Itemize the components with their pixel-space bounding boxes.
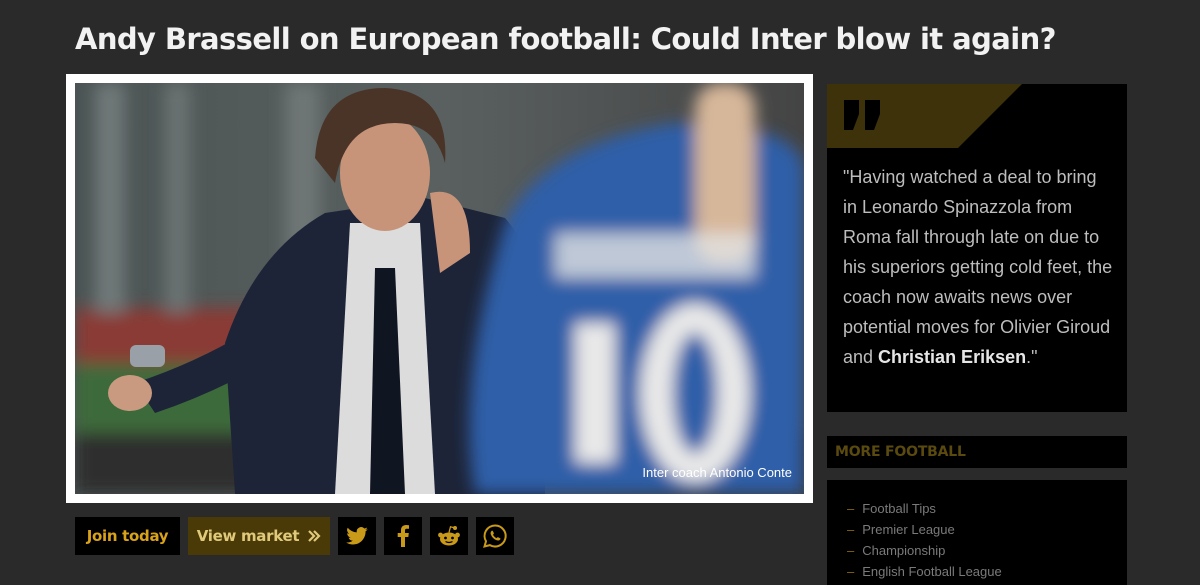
reddit-icon: [438, 526, 460, 546]
article-image: Inter coach Antonio Conte: [75, 83, 804, 494]
twitter-share-button[interactable]: [338, 517, 376, 555]
pull-quote: "Having watched a deal to bring in Leona…: [827, 84, 1127, 412]
whatsapp-icon: [483, 524, 507, 548]
view-market-label: View market: [196, 527, 300, 545]
quote-highlight: Christian Eriksen: [878, 347, 1027, 367]
join-today-button[interactable]: Join today: [75, 517, 180, 555]
more-football-link[interactable]: Football Tips: [847, 498, 1127, 519]
chevron-double-right-icon: [308, 530, 321, 542]
article-image-frame: Inter coach Antonio Conte: [66, 74, 813, 503]
article-photo-illustration: [75, 83, 804, 494]
quote-body: "Having watched a deal to bring in Leona…: [843, 167, 1113, 367]
quote-banner: [827, 84, 1022, 148]
more-football-list: Football Tips Premier League Championshi…: [827, 480, 1127, 585]
quote-text: "Having watched a deal to bring in Leona…: [843, 162, 1115, 372]
twitter-icon: [346, 527, 368, 545]
facebook-icon: [397, 525, 409, 547]
more-football-link[interactable]: English Football League: [847, 561, 1127, 582]
facebook-share-button[interactable]: [384, 517, 422, 555]
view-market-button[interactable]: View market: [188, 517, 330, 555]
more-football-link[interactable]: Premier League: [847, 519, 1127, 540]
article-actions: Join today View market: [75, 517, 514, 555]
more-football-heading: MORE FOOTBALL: [827, 436, 1127, 468]
image-caption: Inter coach Antonio Conte: [642, 465, 792, 480]
more-football-link[interactable]: Championship: [847, 540, 1127, 561]
reddit-share-button[interactable]: [430, 517, 468, 555]
article-headline: Andy Brassell on European football: Coul…: [75, 22, 1056, 56]
quote-end: .": [1026, 347, 1038, 367]
whatsapp-share-button[interactable]: [476, 517, 514, 555]
